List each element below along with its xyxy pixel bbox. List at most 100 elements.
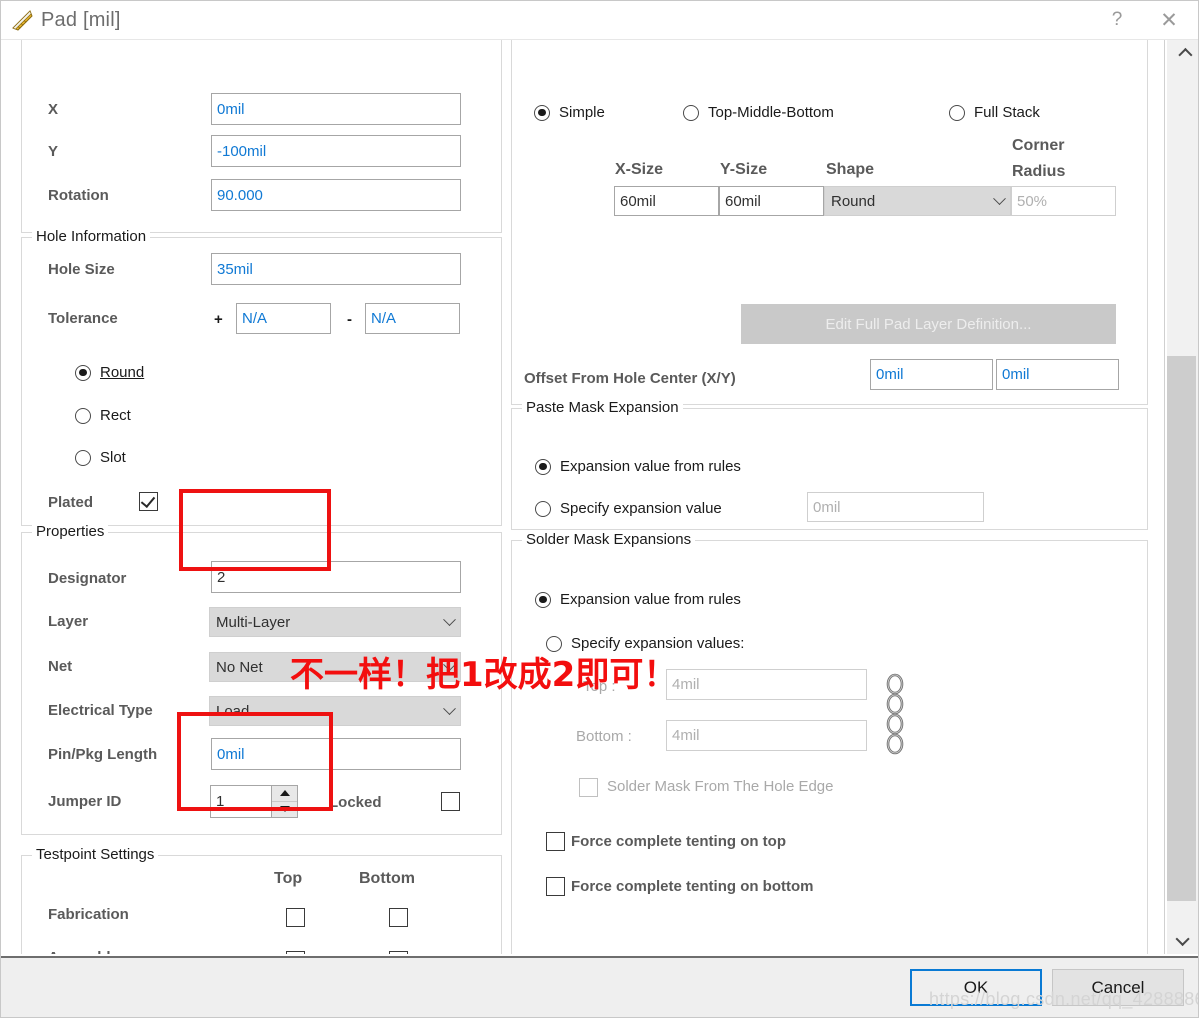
offset-y-input[interactable]: [996, 359, 1119, 390]
radio-dot-icon: [535, 458, 551, 475]
chevron-down-icon: [438, 612, 460, 627]
assembly-top-checkbox[interactable]: [286, 951, 305, 954]
designator-label: Designator: [48, 570, 127, 587]
fabrication-top-checkbox[interactable]: [286, 908, 305, 927]
solder-mask-expansions-group-title: Solder Mask Expansions: [522, 531, 696, 548]
x-size-header: X-Size: [615, 161, 664, 178]
solder-mask-from-rules-label: Expansion value from rules: [560, 591, 741, 608]
hole-shape-rect-radio[interactable]: Rect: [75, 407, 131, 424]
corner-radius-header-line2: Radius: [1012, 163, 1066, 180]
radio-dot-icon: [949, 104, 965, 121]
solder-mask-from-hole-edge-checkbox[interactable]: [579, 778, 598, 797]
plated-label: Plated: [48, 494, 94, 511]
electrical-type-label: Electrical Type: [48, 702, 153, 719]
testpoint-col-bottom: Bottom: [359, 870, 415, 887]
paste-mask-expansion-group-title: Paste Mask Expansion: [522, 399, 683, 416]
x-input[interactable]: [211, 93, 461, 125]
hole-shape-round-label: Round: [100, 364, 145, 381]
assembly-label: Assembly: [48, 949, 119, 954]
stack-mode-full-stack-radio[interactable]: Full Stack: [949, 104, 1040, 121]
offset-from-hole-center-label: Offset From Hole Center (X/Y): [524, 370, 736, 387]
chevron-down-icon: [988, 191, 1010, 206]
scrollbar-thumb[interactable]: [1167, 356, 1196, 901]
corner-radius-input[interactable]: [1011, 186, 1116, 216]
tolerance-minus-sign: -: [347, 311, 352, 328]
fabrication-bottom-checkbox[interactable]: [389, 908, 408, 927]
edit-full-pad-layer-definition-button: Edit Full Pad Layer Definition...: [741, 304, 1116, 344]
locked-label: Locked: [329, 794, 382, 811]
chevron-down-icon[interactable]: [1167, 924, 1198, 954]
assembly-bottom-checkbox[interactable]: [389, 951, 408, 954]
hole-shape-rect-label: Rect: [100, 407, 131, 424]
force-tenting-top-checkbox[interactable]: [546, 832, 565, 851]
solder-mask-from-rules-radio[interactable]: Expansion value from rules: [535, 591, 741, 608]
stack-mode-simple-label: Simple: [559, 104, 605, 121]
annotation-box-jumper-id: [177, 712, 333, 811]
paste-mask-specify-radio[interactable]: Specify expansion value: [535, 500, 722, 517]
jumper-id-label: Jumper ID: [48, 793, 122, 810]
tolerance-plus-input[interactable]: [236, 303, 331, 334]
shape-header: Shape: [826, 161, 875, 178]
help-icon[interactable]: ?: [1094, 1, 1140, 39]
solder-mask-bottom-input[interactable]: [666, 720, 867, 751]
layer-label: Layer: [48, 613, 89, 630]
stack-mode-tmb-radio[interactable]: Top-Middle-Bottom: [683, 104, 834, 121]
y-label: Y: [48, 143, 59, 160]
hole-shape-round-radio[interactable]: Round: [75, 364, 144, 381]
hole-size-label: Hole Size: [48, 261, 115, 278]
locked-checkbox[interactable]: [441, 792, 460, 811]
pad-properties-dialog: Pad [mil] ? ✕ Location X Y Rotation Hole…: [0, 0, 1199, 1018]
stack-mode-full-stack-label: Full Stack: [974, 104, 1040, 121]
pin-pkg-length-label: Pin/Pkg Length: [48, 746, 158, 763]
chevron-down-icon: [438, 701, 460, 716]
net-label: Net: [48, 658, 73, 675]
y-size-input[interactable]: [719, 186, 824, 216]
tolerance-plus-sign: +: [214, 311, 223, 328]
testpoint-settings-group: Testpoint Settings: [21, 846, 502, 954]
rotation-input[interactable]: [211, 179, 461, 211]
size-and-shape-group: Size and Shape: [511, 40, 1148, 405]
chevron-up-icon[interactable]: [1167, 40, 1198, 70]
dialog-content: Location X Y Rotation Hole Information H…: [1, 40, 1198, 954]
force-tenting-bottom-checkbox[interactable]: [546, 877, 565, 896]
vertical-scrollbar[interactable]: [1167, 40, 1198, 954]
force-tenting-top-label: Force complete tenting on top: [571, 833, 787, 850]
y-input[interactable]: [211, 135, 461, 167]
radio-dot-icon: [534, 104, 550, 121]
corner-radius-header-line1: Corner: [1012, 137, 1065, 154]
hole-shape-slot-radio[interactable]: Slot: [75, 449, 126, 466]
testpoint-settings-group-title: Testpoint Settings: [32, 846, 159, 863]
solder-mask-from-hole-edge-label: Solder Mask From The Hole Edge: [607, 778, 834, 795]
layer-combo[interactable]: Multi-Layer: [209, 607, 461, 637]
rotation-label: Rotation: [48, 187, 109, 204]
stack-mode-tmb-label: Top-Middle-Bottom: [708, 104, 834, 121]
paste-mask-specify-input[interactable]: [807, 492, 984, 522]
tolerance-minus-input[interactable]: [365, 303, 460, 334]
force-tenting-bottom-label: Force complete tenting on bottom: [571, 878, 814, 895]
y-size-header: Y-Size: [720, 161, 768, 178]
paste-mask-from-rules-radio[interactable]: Expansion value from rules: [535, 458, 741, 475]
radio-dot-icon: [75, 364, 91, 381]
radio-dot-icon: [75, 449, 91, 466]
close-icon[interactable]: ✕: [1146, 1, 1192, 39]
hole-information-group-title: Hole Information: [32, 228, 151, 245]
annotation-note-text: 不一样！把1改成2即可！: [290, 655, 678, 695]
plated-checkbox[interactable]: [139, 492, 158, 511]
chain-link-icon[interactable]: [880, 673, 910, 755]
watermark-text: https://blog.csdn.net/qq_42888867: [929, 989, 1199, 1009]
hole-size-input[interactable]: [211, 253, 461, 285]
x-size-input[interactable]: [614, 186, 719, 216]
shape-combo-value: Round: [831, 192, 876, 210]
fabrication-label: Fabrication: [48, 906, 129, 923]
title-bar: Pad [mil] ? ✕: [1, 1, 1198, 39]
radio-dot-icon: [535, 591, 551, 608]
solder-mask-top-input[interactable]: [666, 669, 867, 700]
radio-dot-icon: [535, 500, 551, 517]
radio-dot-icon: [683, 104, 699, 121]
stack-mode-simple-radio[interactable]: Simple: [534, 104, 605, 121]
shape-combo[interactable]: Round: [824, 186, 1011, 216]
properties-group-title: Properties: [32, 523, 109, 540]
solder-mask-bottom-label: Bottom :: [576, 728, 632, 745]
offset-x-input[interactable]: [870, 359, 993, 390]
tolerance-label: Tolerance: [48, 310, 118, 327]
